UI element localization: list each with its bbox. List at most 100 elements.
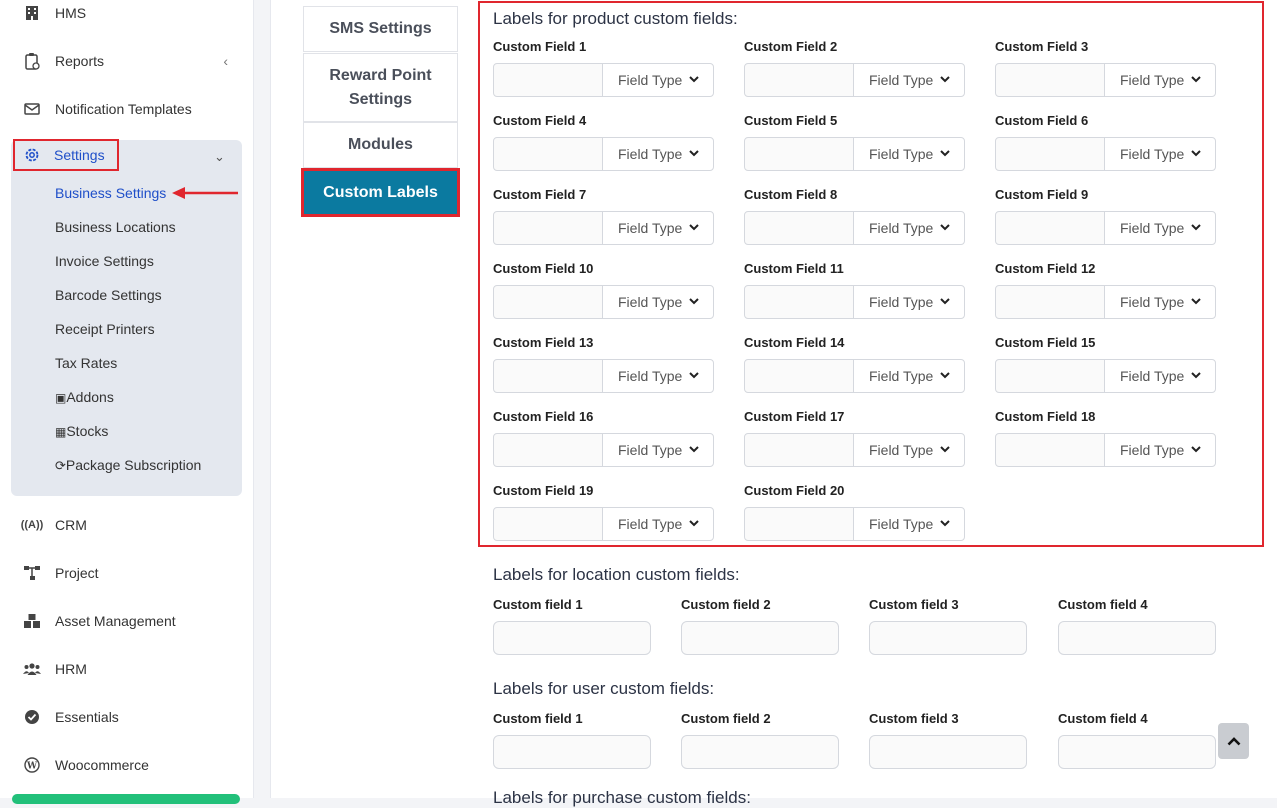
custom-field-input[interactable] bbox=[1058, 621, 1216, 655]
field-type-select[interactable]: Field Type bbox=[1104, 433, 1216, 467]
sitemap-icon bbox=[23, 564, 41, 582]
custom-field-input[interactable] bbox=[995, 137, 1105, 171]
custom-field-input[interactable] bbox=[744, 507, 854, 541]
sidebar-item-label: HMS bbox=[55, 5, 87, 21]
field-type-label: Field Type bbox=[869, 442, 934, 458]
field-type-select[interactable]: Field Type bbox=[602, 433, 714, 467]
sidebar-item-reports[interactable]: Reports ‹ bbox=[0, 41, 254, 81]
custom-field-input[interactable] bbox=[493, 621, 651, 655]
custom-field-input[interactable] bbox=[681, 621, 839, 655]
field-type-select[interactable]: Field Type bbox=[853, 285, 965, 319]
custom-field-input[interactable] bbox=[493, 735, 651, 769]
sidebar-item-woocommerce[interactable]: W Woocommerce bbox=[0, 745, 254, 785]
custom-field-label: Custom Field 3 bbox=[995, 39, 1089, 54]
field-type-select[interactable]: Field Type bbox=[1104, 137, 1216, 171]
chevron-down-icon bbox=[1191, 148, 1202, 160]
field-type-select[interactable]: Field Type bbox=[602, 359, 714, 393]
sidebar-item-settings[interactable]: Settings bbox=[13, 139, 119, 171]
chevron-left-icon: ‹ bbox=[223, 53, 228, 69]
sidebar-subitem-business-settings[interactable]: Business Settings bbox=[55, 183, 166, 203]
custom-field-label: Custom Field 5 bbox=[744, 113, 838, 128]
tab-reward-point-settings[interactable]: Reward Point Settings bbox=[303, 53, 458, 122]
sidebar-item-crm[interactable]: ((A)) CRM bbox=[0, 505, 254, 545]
tab-sms-settings[interactable]: SMS Settings bbox=[303, 6, 458, 52]
custom-field-input[interactable] bbox=[869, 621, 1027, 655]
field-type-select[interactable]: Field Type bbox=[602, 211, 714, 245]
field-type-label: Field Type bbox=[869, 368, 934, 384]
custom-field-input[interactable] bbox=[744, 433, 854, 467]
custom-field-input[interactable] bbox=[995, 63, 1105, 97]
custom-field-input[interactable] bbox=[995, 285, 1105, 319]
custom-field-input[interactable] bbox=[493, 285, 603, 319]
custom-field-input[interactable] bbox=[995, 211, 1105, 245]
field-type-select[interactable]: Field Type bbox=[1104, 285, 1216, 319]
sidebar-subitem-package-subscription[interactable]: ⟳Package Subscription bbox=[55, 455, 201, 475]
field-type-select[interactable]: Field Type bbox=[602, 507, 714, 541]
custom-field-input[interactable] bbox=[744, 63, 854, 97]
custom-field-input[interactable] bbox=[493, 433, 603, 467]
custom-field-input[interactable] bbox=[493, 359, 603, 393]
chevron-down-icon bbox=[940, 74, 951, 86]
sidebar-bottom-button[interactable] bbox=[12, 794, 240, 804]
tab-custom-labels[interactable]: Custom Labels bbox=[301, 168, 460, 217]
field-type-select[interactable]: Field Type bbox=[602, 137, 714, 171]
scroll-to-top-button[interactable] bbox=[1218, 723, 1249, 759]
field-type-select[interactable]: Field Type bbox=[1104, 359, 1216, 393]
sidebar-item-hms[interactable]: HMS bbox=[0, 0, 254, 33]
sidebar-subitem-business-locations[interactable]: Business Locations bbox=[55, 217, 176, 237]
sidebar-item-asset-management[interactable]: Asset Management bbox=[0, 601, 254, 641]
chevron-down-icon bbox=[689, 148, 700, 160]
sidebar-subitem-addons[interactable]: ▣Addons bbox=[55, 387, 114, 407]
chevron-down-icon bbox=[1191, 444, 1202, 456]
check-circle-icon bbox=[23, 708, 41, 726]
custom-field-label: Custom field 4 bbox=[1058, 597, 1148, 612]
custom-field-input[interactable] bbox=[995, 433, 1105, 467]
field-type-select[interactable]: Field Type bbox=[602, 285, 714, 319]
field-type-select[interactable]: Field Type bbox=[853, 63, 965, 97]
sidebar-item-project[interactable]: Project bbox=[0, 553, 254, 593]
custom-field-label: Custom Field 8 bbox=[744, 187, 838, 202]
sidebar-subitem-invoice-settings[interactable]: Invoice Settings bbox=[55, 251, 154, 271]
sidebar-item-hrm[interactable]: HRM bbox=[0, 649, 254, 689]
sidebar-subitem-receipt-printers[interactable]: Receipt Printers bbox=[55, 319, 155, 339]
custom-field-label: Custom field 1 bbox=[493, 711, 583, 726]
custom-field-input[interactable] bbox=[744, 137, 854, 171]
sidebar-item-essentials[interactable]: Essentials bbox=[0, 697, 254, 737]
field-type-select[interactable]: Field Type bbox=[1104, 211, 1216, 245]
field-type-select[interactable]: Field Type bbox=[1104, 63, 1216, 97]
custom-field-input[interactable] bbox=[681, 735, 839, 769]
custom-field-label: Custom Field 6 bbox=[995, 113, 1089, 128]
custom-field-label: Custom Field 11 bbox=[744, 261, 844, 276]
field-type-select[interactable]: Field Type bbox=[853, 507, 965, 541]
custom-field-input[interactable] bbox=[493, 63, 603, 97]
chevron-down-icon bbox=[940, 518, 951, 530]
sidebar-subitem-barcode-settings[interactable]: Barcode Settings bbox=[55, 285, 162, 305]
custom-field-input[interactable] bbox=[744, 285, 854, 319]
sidebar-item-label: Woocommerce bbox=[55, 757, 149, 773]
field-type-label: Field Type bbox=[869, 146, 934, 162]
custom-field-input[interactable] bbox=[1058, 735, 1216, 769]
sidebar-item-notification-templates[interactable]: Notification Templates bbox=[0, 89, 254, 129]
custom-field-input[interactable] bbox=[493, 507, 603, 541]
chevron-down-icon bbox=[940, 148, 951, 160]
custom-field-input[interactable] bbox=[493, 137, 603, 171]
custom-field-input[interactable] bbox=[493, 211, 603, 245]
sidebar-subitem-tax-rates[interactable]: Tax Rates bbox=[55, 353, 117, 373]
field-type-select[interactable]: Field Type bbox=[853, 359, 965, 393]
chevron-down-icon bbox=[689, 444, 700, 456]
field-type-select[interactable]: Field Type bbox=[602, 63, 714, 97]
field-type-select[interactable]: Field Type bbox=[853, 433, 965, 467]
field-type-select[interactable]: Field Type bbox=[853, 211, 965, 245]
custom-field-input[interactable] bbox=[744, 359, 854, 393]
sidebar-subitem-stocks[interactable]: ▦Stocks bbox=[55, 421, 108, 441]
field-type-select[interactable]: Field Type bbox=[853, 137, 965, 171]
custom-field-input[interactable] bbox=[995, 359, 1105, 393]
field-type-label: Field Type bbox=[869, 220, 934, 236]
custom-field-label: Custom Field 16 bbox=[493, 409, 594, 424]
tab-modules[interactable]: Modules bbox=[303, 122, 458, 168]
custom-field-label: Custom Field 1 bbox=[493, 39, 587, 54]
field-type-label: Field Type bbox=[618, 220, 683, 236]
custom-field-input[interactable] bbox=[869, 735, 1027, 769]
custom-field-input[interactable] bbox=[744, 211, 854, 245]
field-type-label: Field Type bbox=[1120, 220, 1185, 236]
